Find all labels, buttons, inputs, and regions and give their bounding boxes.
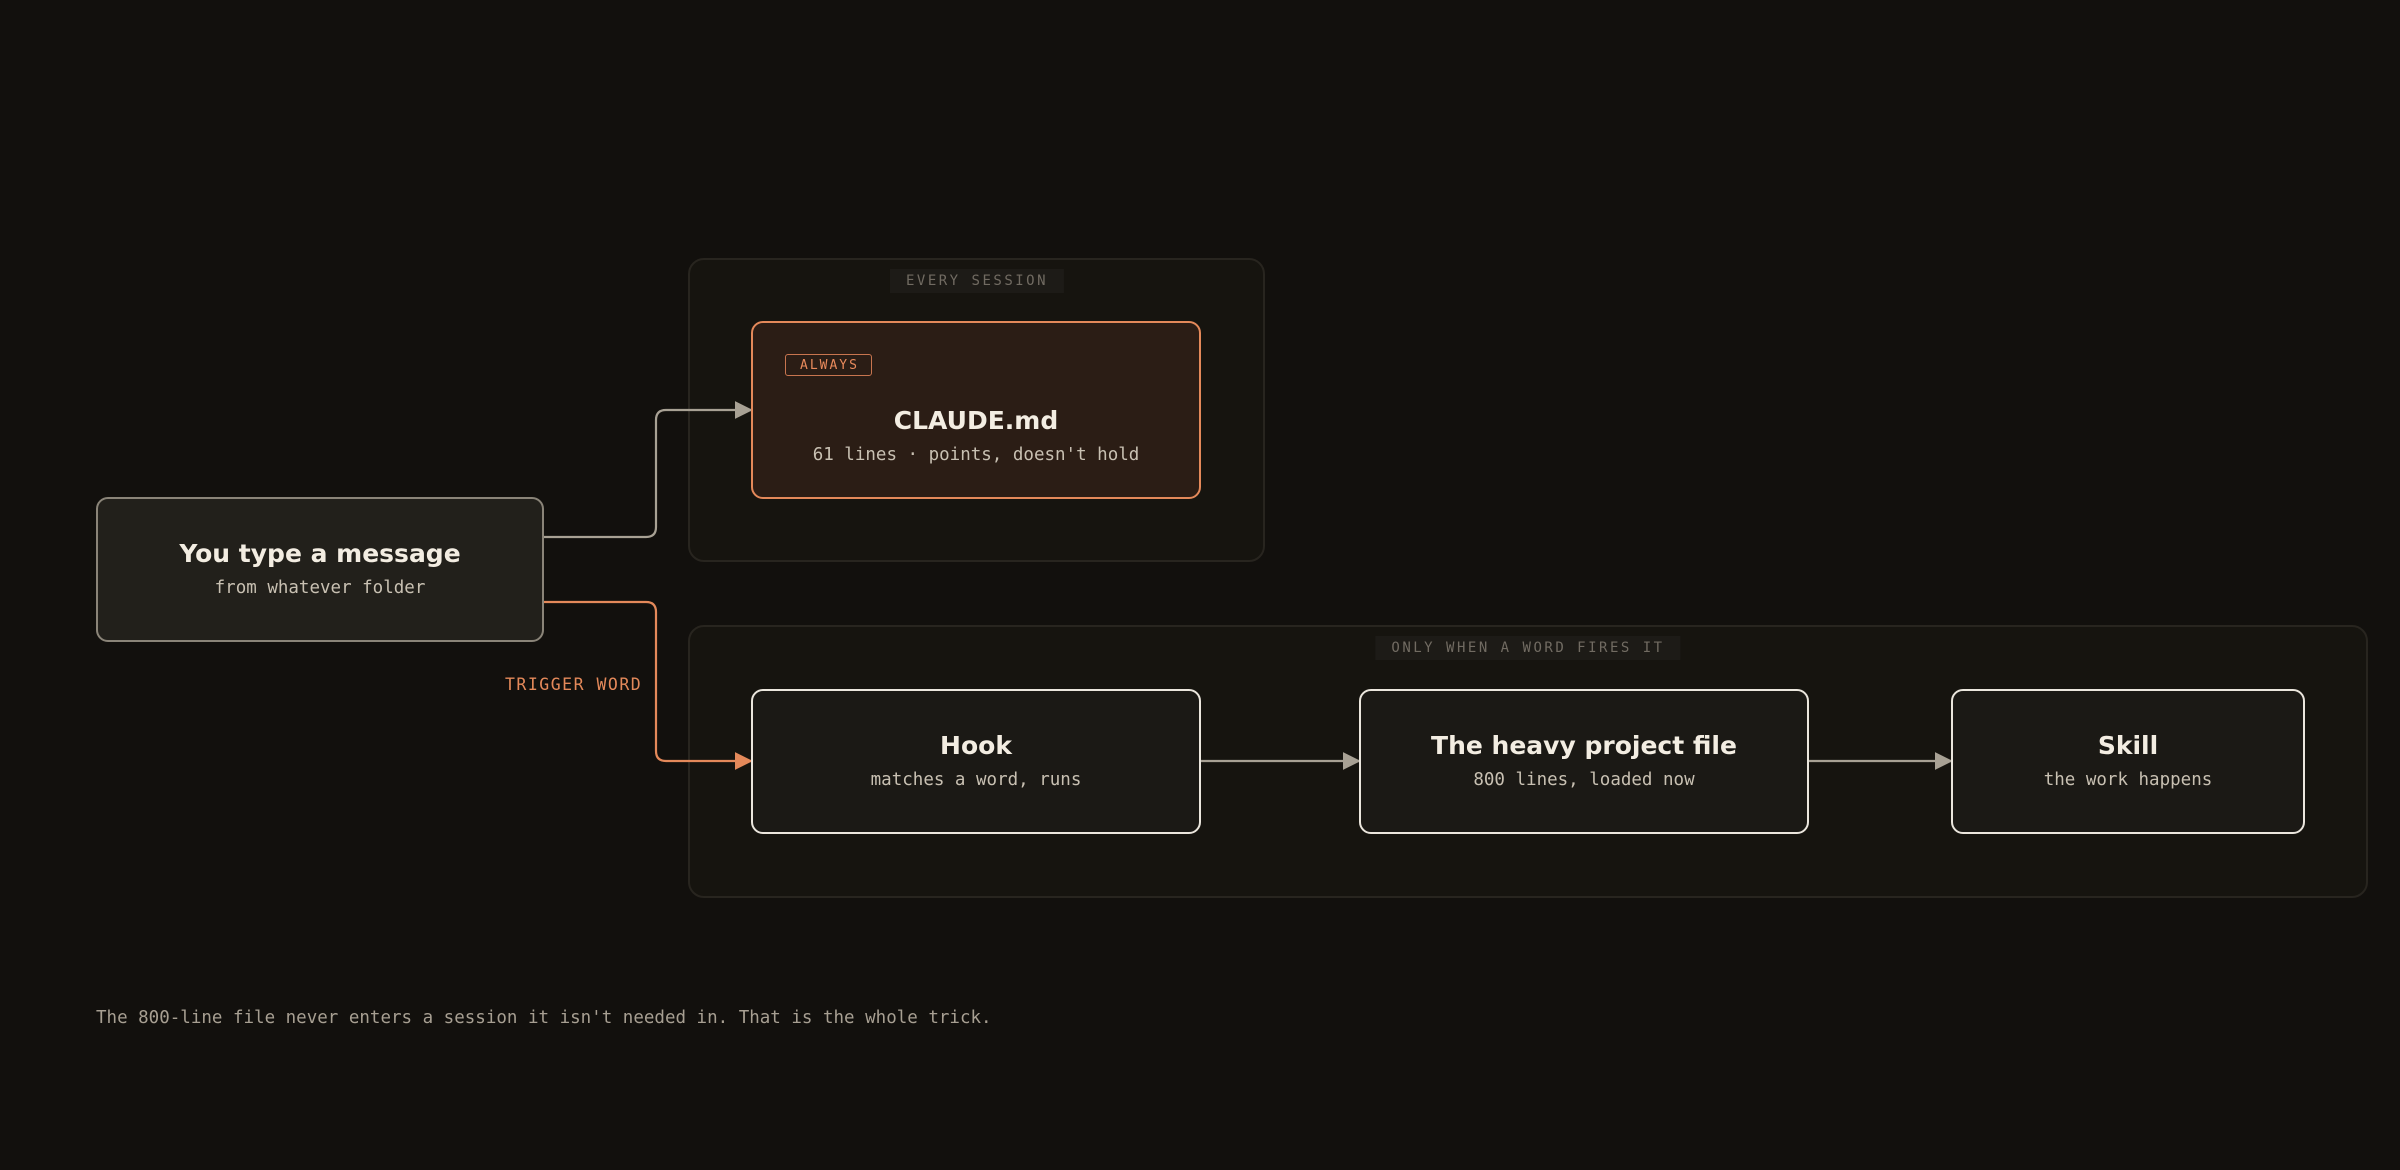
- node-title: Skill: [2097, 731, 2159, 761]
- edge-input-to-claude: [544, 401, 753, 539]
- node-subtitle: 800 lines, loaded now: [1473, 770, 1695, 791]
- always-badge: ALWAYS: [785, 354, 872, 376]
- node-subtitle: 61 lines · points, doesn't hold: [812, 444, 1140, 465]
- node-title: The heavy project file: [1431, 731, 1737, 761]
- trigger-word-label: TRIGGER WORD: [505, 675, 643, 694]
- node-input: You type a message from whatever folder: [96, 497, 544, 642]
- node-title: CLAUDE.md: [893, 405, 1059, 435]
- node-subtitle: the work happens: [2043, 770, 2213, 791]
- node-title: You type a message: [179, 539, 461, 569]
- footnote: The 800-line file never enters a session…: [96, 1008, 992, 1028]
- node-title: Hook: [940, 731, 1012, 761]
- node-subtitle: from whatever folder: [214, 578, 426, 599]
- node-hook: Hook matches a word, runs: [751, 689, 1201, 834]
- node-claude-md: ALWAYS CLAUDE.md 61 lines · points, does…: [751, 321, 1201, 499]
- node-skill: Skill the work happens: [1951, 689, 2305, 834]
- node-subtitle: matches a word, runs: [870, 770, 1082, 791]
- node-heavy-project-file: The heavy project file 800 lines, loaded…: [1359, 689, 1809, 834]
